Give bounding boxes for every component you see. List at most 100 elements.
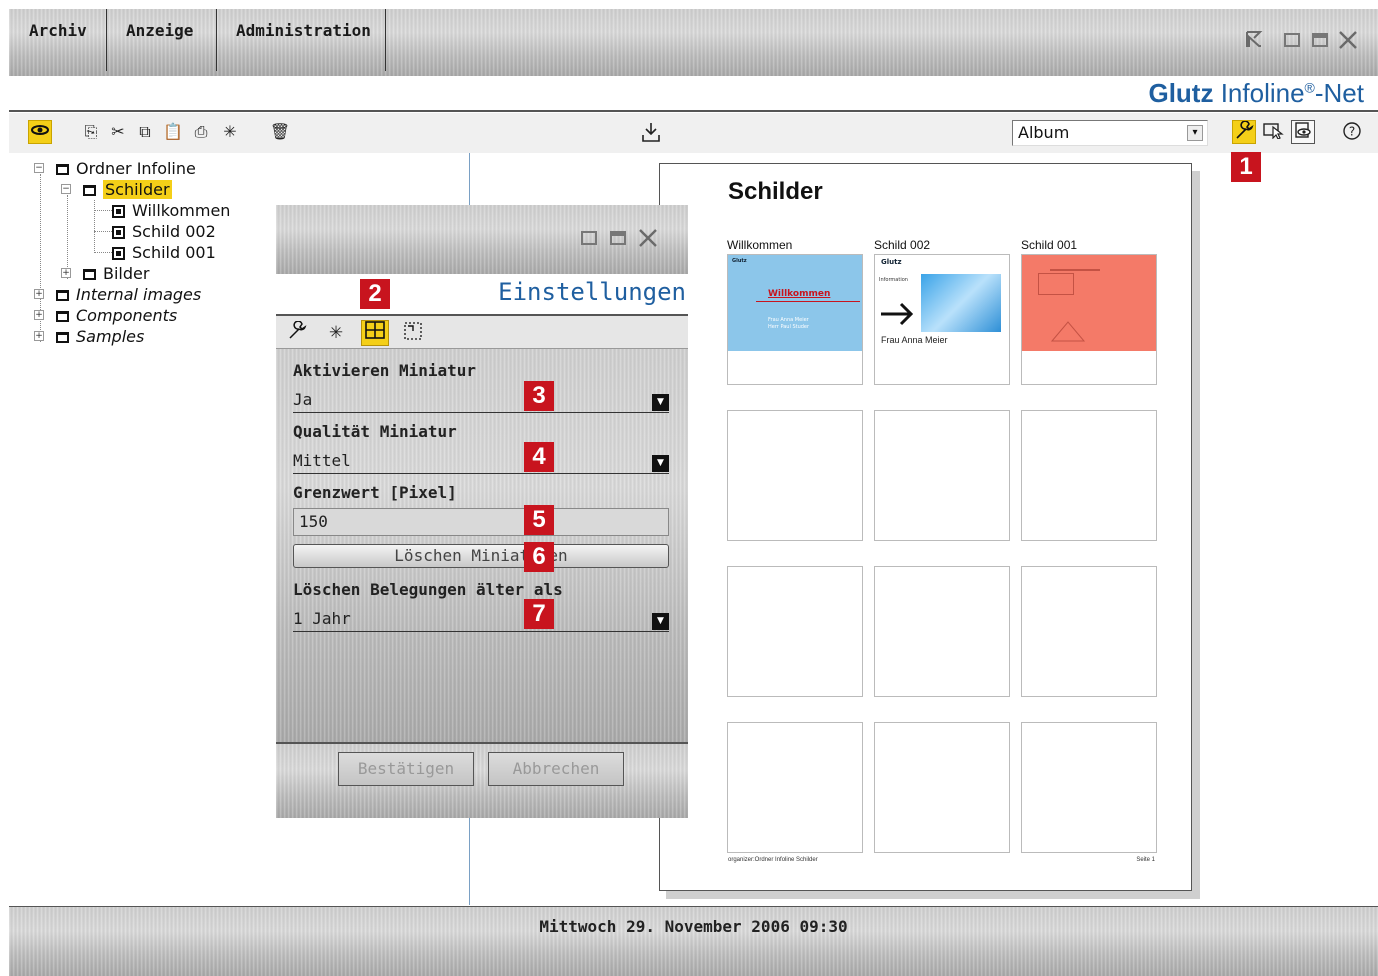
thumb-empty[interactable] <box>1021 566 1157 697</box>
cancel-button[interactable]: Abbrechen <box>488 752 624 786</box>
thumbnail-quality-label: Qualität Miniatur <box>293 422 457 441</box>
collapse-icon[interactable]: − <box>61 184 71 194</box>
thumb-schild-001[interactable] <box>1021 254 1157 385</box>
tree-item-label: Schilder <box>103 180 172 199</box>
chevron-down-icon[interactable]: ▼ <box>652 455 669 472</box>
tree-item-label: Samples <box>76 327 145 346</box>
expand-icon[interactable]: + <box>34 310 44 320</box>
thumbnail-quality-value: Mittel <box>293 451 351 470</box>
thumb-empty[interactable] <box>1021 410 1157 541</box>
delete-bookings-label: Löschen Belegungen älter als <box>293 580 563 599</box>
duplicate-icon[interactable]: ⧉ <box>133 120 157 144</box>
tree-item-label: Ordner Infoline <box>76 159 196 178</box>
close-icon[interactable] <box>1337 29 1359 51</box>
tree-item-samples[interactable]: + Samples <box>34 326 144 347</box>
callout-marker-4: 4 <box>524 442 554 472</box>
thumb-empty[interactable] <box>874 722 1010 853</box>
callout-marker-3: 3 <box>524 381 554 411</box>
new-icon[interactable]: ✳ <box>218 120 242 144</box>
thumb-empty[interactable] <box>727 566 863 697</box>
tree-item-label: Schild 002 <box>132 222 216 241</box>
tree-item-schild-002[interactable]: Schild 002 <box>112 221 216 242</box>
thumb-schild-002[interactable]: Glutz Information Frau Anna Meier <box>874 254 1010 385</box>
tab-grid-icon[interactable] <box>361 320 389 346</box>
thumb-label: Willkommen <box>727 238 793 252</box>
thumb-empty[interactable] <box>727 722 863 853</box>
tree-item-schild-001[interactable]: Schild 001 <box>112 242 216 263</box>
print-icon[interactable]: ⎙ <box>189 120 213 144</box>
menu-tab-archiv[interactable]: Archiv <box>29 9 87 71</box>
thumb-image: Glutz Willkommen Frau Anna Meier Herr Pa… <box>728 255 862 351</box>
expand-icon[interactable]: + <box>34 289 44 299</box>
callout-marker-6: 6 <box>524 542 554 572</box>
delete-thumbnails-button[interactable]: Löschen Miniaturen <box>293 544 669 568</box>
maximize-icon[interactable] <box>607 227 629 249</box>
paste-icon[interactable]: 📋 <box>161 120 185 144</box>
folder-icon <box>56 164 69 175</box>
delete-bookings-select[interactable]: 1 Jahr ▼ <box>293 606 669 632</box>
dialog-footer: Bestätigen Abbrechen <box>276 742 688 818</box>
tree-item-label: Bilder <box>103 264 150 283</box>
download-icon[interactable] <box>639 120 663 144</box>
chevron-down-icon[interactable]: ▼ <box>652 613 669 630</box>
thumb-empty[interactable] <box>1021 722 1157 853</box>
expand-icon[interactable]: + <box>34 331 44 341</box>
tree-item-willkommen[interactable]: Willkommen <box>112 200 230 221</box>
menu-tab-administration[interactable]: Administration <box>236 9 371 71</box>
settings-tools-icon[interactable] <box>1232 120 1256 144</box>
tree-item-ordner-infoline[interactable]: − Ordner Infoline <box>34 158 196 179</box>
thumb-image <box>1022 255 1156 351</box>
album-select[interactable]: Album ▾ <box>1012 120 1208 146</box>
threshold-input[interactable]: 150 <box>293 508 669 536</box>
activate-thumbnail-select[interactable]: Ja ▼ <box>293 387 669 413</box>
chevron-down-icon[interactable]: ▾ <box>1187 125 1203 141</box>
tree-item-internal-images[interactable]: + Internal images <box>34 284 201 305</box>
collapse-icon[interactable]: − <box>34 163 44 173</box>
callout-marker-7: 7 <box>524 599 554 629</box>
tree-item-schilder[interactable]: − Schilder <box>61 179 172 200</box>
thumbnail-quality-select[interactable]: Mittel ▼ <box>293 448 669 474</box>
status-bar: Mittwoch 29. November 2006 09:30 <box>9 906 1378 976</box>
folder-icon <box>56 290 69 301</box>
tab-tools-icon[interactable] <box>283 320 311 346</box>
expand-icon[interactable]: + <box>61 268 71 278</box>
menu-tab-anzeige[interactable]: Anzeige <box>126 9 193 71</box>
close-icon[interactable] <box>637 227 659 249</box>
album-title: Schilder <box>728 178 823 205</box>
minimize-icon[interactable] <box>1281 29 1303 51</box>
select-cursor-icon[interactable] <box>1262 120 1286 144</box>
restore-icon[interactable] <box>1243 29 1265 51</box>
arrow-right-icon <box>881 302 914 326</box>
dialog-titlebar[interactable] <box>276 205 688 274</box>
confirm-button[interactable]: Bestätigen <box>338 752 474 786</box>
thumb-line: Frau Anna Meier <box>768 317 809 323</box>
album-footer-page: Seite 1 <box>1136 857 1155 863</box>
tree-item-components[interactable]: + Components <box>34 305 177 326</box>
preview-icon[interactable] <box>1291 120 1315 144</box>
thumb-empty[interactable] <box>727 410 863 541</box>
thumb-empty[interactable] <box>874 410 1010 541</box>
maximize-icon[interactable] <box>1309 29 1331 51</box>
thumb-info: Information <box>879 277 908 283</box>
album-page: Schilder Willkommen Schild 002 Schild 00… <box>659 163 1192 891</box>
view-eye-icon[interactable] <box>28 120 52 144</box>
tree-item-label: Willkommen <box>132 201 231 220</box>
callout-marker-2: 2 <box>360 279 390 309</box>
album-select-value: Album <box>1018 123 1070 142</box>
folder-icon <box>56 332 69 343</box>
document-icon <box>112 226 125 239</box>
delete-icon[interactable]: 🗑 <box>268 120 292 144</box>
callout-marker-5: 5 <box>524 505 554 535</box>
thumb-willkommen[interactable]: Glutz Willkommen Frau Anna Meier Herr Pa… <box>727 254 863 385</box>
tree-item-bilder[interactable]: + Bilder <box>61 263 149 284</box>
toolbar: ⎘ ✂ ⧉ 📋 ⎙ ✳ 🗑 Album ▾ ? <box>9 113 1378 153</box>
minimize-icon[interactable] <box>578 227 600 249</box>
chevron-down-icon[interactable]: ▼ <box>652 394 669 411</box>
thumb-empty[interactable] <box>874 566 1010 697</box>
help-icon[interactable]: ? <box>1340 120 1364 144</box>
thumb-name: Frau Anna Meier <box>881 335 948 345</box>
tab-crop-icon[interactable] <box>399 320 427 346</box>
copy-icon[interactable]: ⎘ <box>79 120 103 144</box>
tab-asterisk-icon[interactable]: ✳ <box>322 320 350 346</box>
cut-icon[interactable]: ✂ <box>106 120 130 144</box>
